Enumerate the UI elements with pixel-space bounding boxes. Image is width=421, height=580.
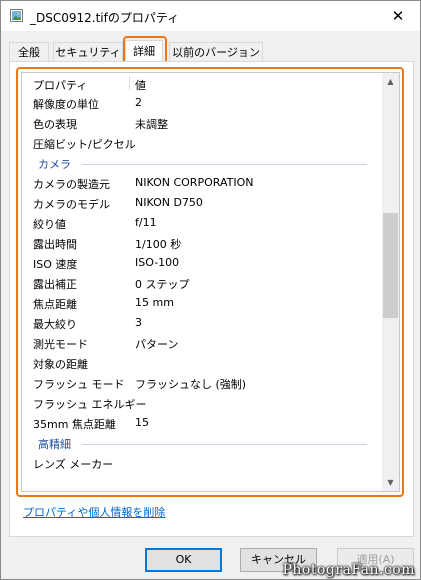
- image-file-icon: [10, 9, 23, 22]
- close-button[interactable]: ✕: [376, 1, 420, 31]
- window-title: _DSC0912.tifのプロパティ: [30, 11, 180, 25]
- list-highlight-box: [16, 67, 404, 497]
- watermark: PhotograFan.com: [282, 562, 415, 578]
- tab-previous-versions[interactable]: 以前のバージョン: [169, 42, 263, 62]
- title-bar[interactable]: _DSC0912.tifのプロパティ ✕: [1, 1, 420, 31]
- properties-dialog: _DSC0912.tifのプロパティ ✕ 全般 セキュリティ 詳細 以前のバージ…: [0, 0, 421, 580]
- tab-general[interactable]: 全般: [9, 42, 49, 62]
- close-icon: ✕: [391, 7, 405, 25]
- tab-security[interactable]: セキュリティ: [53, 42, 123, 62]
- tab-strip: 全般 セキュリティ 詳細 以前のバージョン: [9, 40, 412, 63]
- remove-properties-link[interactable]: プロパティや個人情報を削除: [23, 504, 165, 520]
- ok-button[interactable]: OK: [145, 548, 222, 572]
